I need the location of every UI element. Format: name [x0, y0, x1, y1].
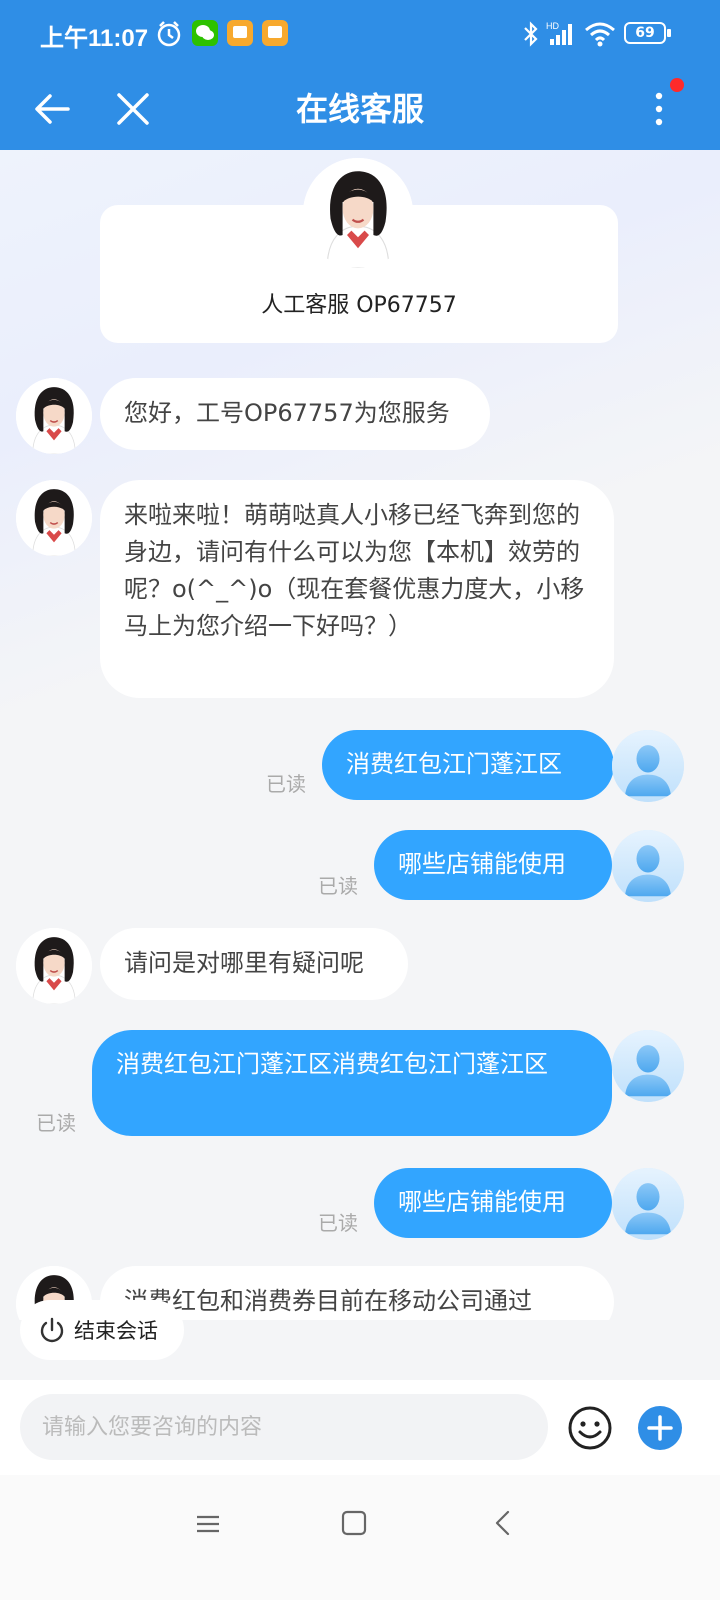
- battery-icon: 69: [624, 22, 666, 44]
- agent-avatar: [16, 378, 92, 454]
- emoji-icon[interactable]: [566, 1404, 614, 1452]
- end-session-button[interactable]: 结束会话: [20, 1300, 184, 1360]
- status-time: 上午11:07: [40, 25, 149, 52]
- user-avatar: [612, 1168, 684, 1240]
- user-message: 哪些店铺能使用: [374, 1168, 612, 1238]
- app-notification-icon: [262, 20, 288, 46]
- read-receipt: 已读: [266, 772, 306, 796]
- system-nav-bar: [0, 1475, 720, 1600]
- status-bar: 上午11:07 HD 69: [0, 0, 720, 70]
- header: 上午11:07 HD 69 在线客服: [0, 0, 720, 150]
- app-notification-icon: [227, 20, 253, 46]
- add-icon[interactable]: [636, 1404, 684, 1452]
- agent-card-avatar: [303, 158, 413, 268]
- read-receipt: 已读: [36, 1111, 76, 1135]
- message-input[interactable]: [20, 1394, 548, 1460]
- chat-area[interactable]: 人工客服 OP67757 您好，工号OP67757为您服务 来啦来啦！萌萌哒真人…: [0, 150, 720, 1320]
- user-avatar: [612, 830, 684, 902]
- home-icon[interactable]: [338, 1507, 370, 1539]
- battery-level: 69: [635, 25, 655, 41]
- user-avatar: [612, 1030, 684, 1102]
- menu-icon[interactable]: [193, 1509, 223, 1539]
- notification-dot: [670, 78, 684, 92]
- power-icon: [40, 1317, 64, 1343]
- read-receipt: 已读: [318, 1211, 358, 1235]
- system-back-icon[interactable]: [488, 1507, 518, 1539]
- svg-text:HD: HD: [546, 21, 559, 31]
- page-title: 在线客服: [295, 90, 424, 128]
- input-bar: [0, 1380, 720, 1475]
- agent-message: 您好，工号OP67757为您服务: [100, 378, 490, 450]
- battery-tip: [667, 29, 671, 37]
- wifi-icon: [585, 22, 615, 47]
- user-avatar: [612, 730, 684, 802]
- wechat-icon: [192, 20, 218, 46]
- agent-message: 来啦来啦！萌萌哒真人小移已经飞奔到您的身边，请问有什么可以为您【本机】效劳的呢？…: [100, 480, 614, 698]
- user-message: 消费红包江门蓬江区消费红包江门蓬江区: [92, 1030, 612, 1136]
- agent-avatar: [16, 928, 92, 1004]
- nav-bar: 在线客服: [0, 70, 720, 150]
- agent-message: 请问是对哪里有疑问呢: [100, 928, 408, 1000]
- read-receipt: 已读: [318, 874, 358, 898]
- bluetooth-icon: [524, 21, 538, 47]
- signal-icon: HD: [546, 21, 572, 45]
- agent-name: 人工客服 OP67757: [261, 293, 457, 318]
- user-message: 哪些店铺能使用: [374, 830, 612, 900]
- end-session-label: 结束会话: [74, 1319, 158, 1343]
- user-message: 消费红包江门蓬江区: [322, 730, 614, 800]
- agent-avatar: [16, 480, 92, 556]
- alarm-icon: [157, 21, 181, 47]
